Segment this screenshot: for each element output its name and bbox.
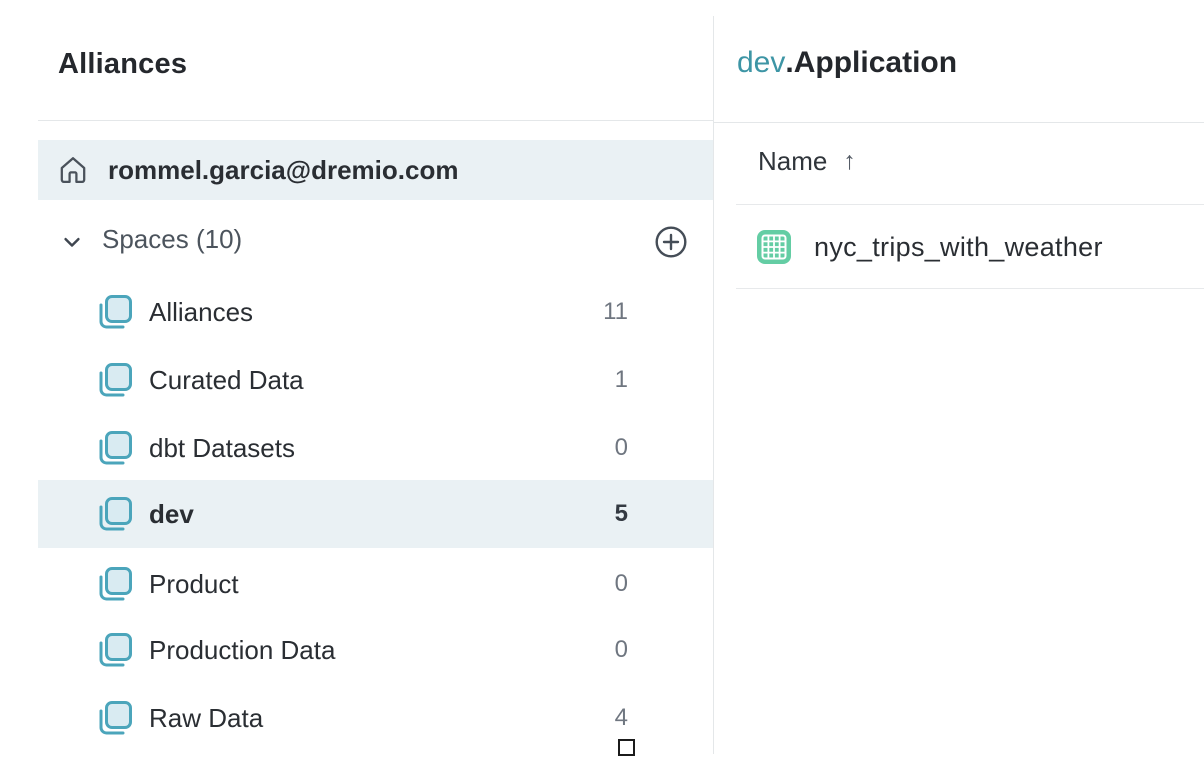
space-count: 0 [578,570,628,598]
breadcrumb-separator: . [785,46,793,79]
title-divider [714,122,1204,123]
dataset-row[interactable]: nyc_trips_with_weather [736,206,1204,288]
artifact-square [618,739,635,756]
sort-ascending-icon: ↑ [843,147,856,176]
home-space-row[interactable]: rommel.garcia@dremio.com [38,140,713,200]
space-row-alliances[interactable]: Alliances 11 [38,278,713,346]
space-count: 0 [578,434,628,462]
space-icon [95,630,132,671]
space-count: 0 [578,636,628,664]
space-icon [95,698,132,739]
space-row-dbt-datasets[interactable]: dbt Datasets 0 [38,414,713,482]
spaces-header: Spaces (10) [38,222,713,262]
breadcrumb-parent-link[interactable]: dev [737,46,785,79]
header-divider [736,204,1204,205]
home-space-label: rommel.garcia@dremio.com [108,155,458,186]
column-header-name[interactable]: Name ↑ [758,146,856,177]
space-row-production-data[interactable]: Production Data 0 [38,616,713,684]
home-icon [56,153,90,187]
sidebar: Alliances rommel.garcia@dremio.com Space… [0,0,713,770]
space-count: 5 [578,500,628,528]
space-name: Curated Data [149,365,304,396]
dataset-table-icon [756,229,792,265]
space-name: Alliances [149,297,253,328]
dremio-catalog-screen: Alliances rommel.garcia@dremio.com Space… [0,0,1204,770]
column-header-label: Name [758,146,827,177]
space-icon [95,564,132,605]
space-name: Raw Data [149,703,263,734]
space-icon [95,360,132,401]
space-row-raw-data[interactable]: Raw Data 4 [38,684,713,752]
main-panel: dev.Application Name ↑ nyc_trips_with_we… [714,0,1204,770]
spaces-header-label: Spaces (10) [102,224,242,255]
space-name: Product [149,569,239,600]
space-count: 4 [578,704,628,732]
chevron-down-icon[interactable] [58,228,86,256]
space-row-curated-data[interactable]: Curated Data 1 [38,346,713,414]
space-icon [95,494,132,535]
breadcrumb-current: Application [794,46,957,79]
space-icon [95,428,132,469]
space-count: 11 [578,298,628,326]
space-count: 1 [578,366,628,394]
space-row-product[interactable]: Product 0 [38,550,713,618]
space-name: dev [149,499,194,530]
space-row-dev[interactable]: dev 5 [38,480,713,548]
sidebar-divider [38,120,713,121]
space-icon [95,292,132,333]
breadcrumb: dev.Application [737,46,957,80]
add-space-button[interactable] [652,223,690,261]
space-name: dbt Datasets [149,433,295,464]
sidebar-title: Alliances [58,48,187,81]
dataset-name: nyc_trips_with_weather [814,232,1103,263]
row-divider [736,288,1204,289]
space-name: Production Data [149,635,335,666]
